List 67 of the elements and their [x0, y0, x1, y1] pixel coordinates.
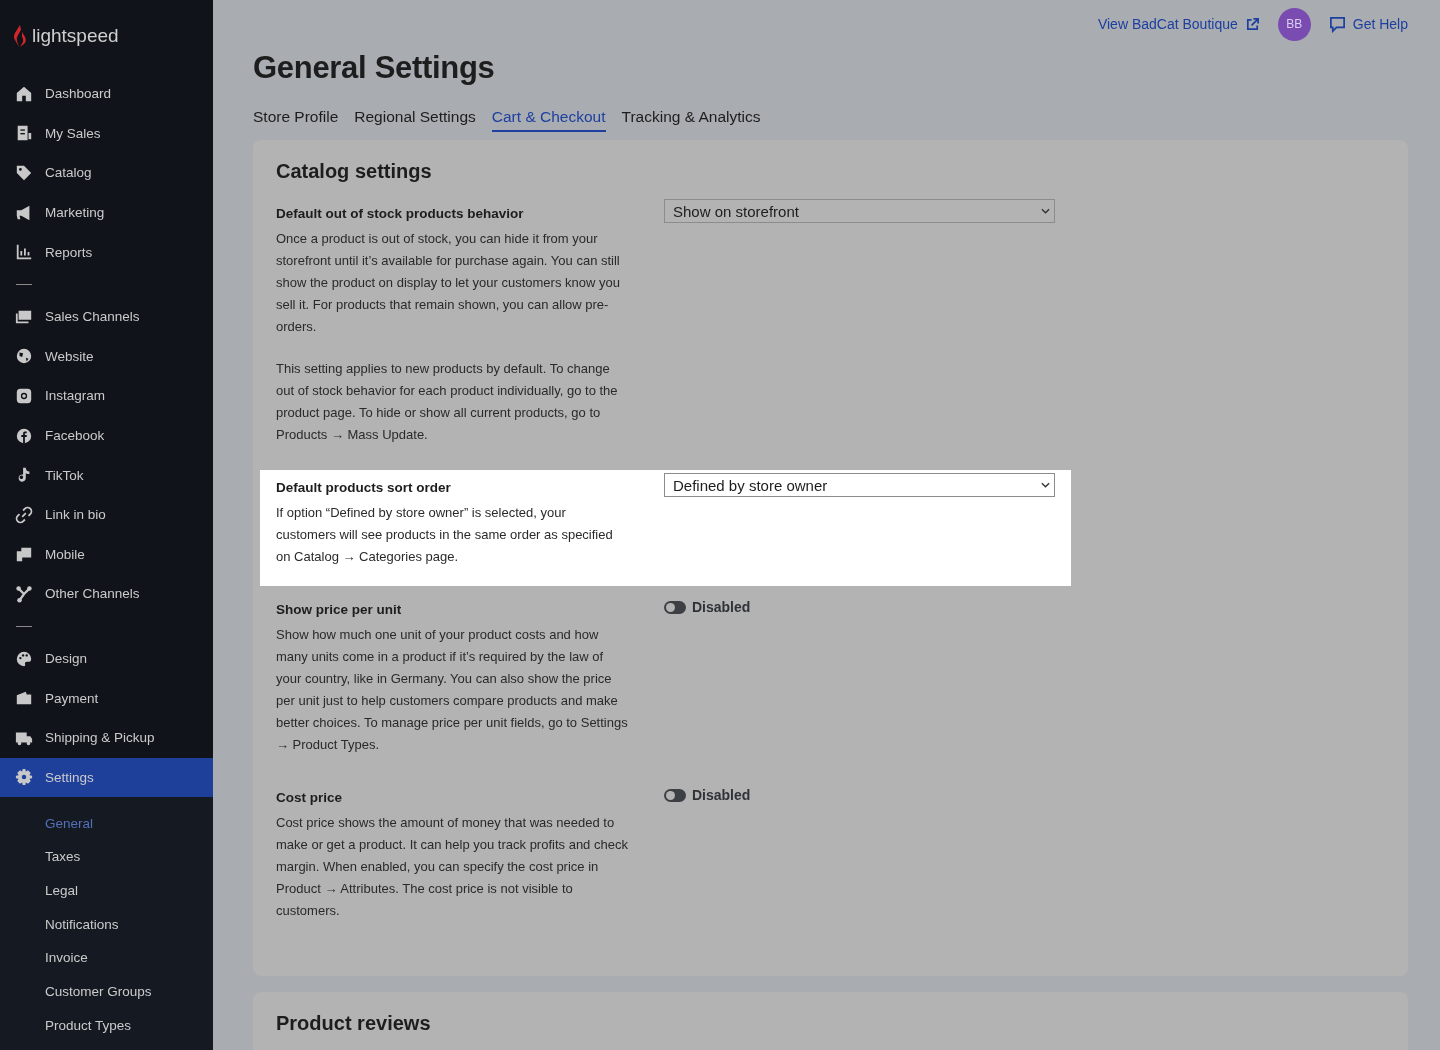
toggle-switch[interactable] — [664, 600, 686, 614]
chevron-down-icon — [1041, 208, 1050, 214]
nav-item[interactable]: Link in bio — [0, 494, 213, 535]
nav-item[interactable]: TikTok — [0, 455, 213, 495]
submenu-item[interactable]: Taxes — [0, 846, 213, 880]
receipt-icon — [15, 124, 33, 143]
nav-item[interactable]: Catalog — [0, 153, 213, 193]
setting-description: If option “Defined by store owner” is selected, your customers will see products in the same order as specified on Catalog → Categories page. — [276, 504, 614, 566]
setting-label: Default products sort order — [276, 480, 452, 495]
tab[interactable]: Store Profile — [253, 108, 339, 132]
dropdown[interactable]: Defined by store owner — [664, 473, 1055, 497]
setting-description: Once a product is out of stock, you can hide it from your storefront until it’s available for purchase again. You can still show the product on display to let your customers know you sell it. For products that remain shown, you can allow pre-orders. — [276, 230, 621, 336]
nav-item[interactable]: Payment — [0, 678, 213, 718]
chat-bubble-icon — [1328, 15, 1346, 33]
submenu-item[interactable]: General — [0, 812, 213, 847]
setting-label: Default out of stock products behavior — [276, 206, 525, 221]
submenu-item[interactable]: Customer Groups — [0, 980, 213, 1015]
dropdown[interactable]: Show on storefront — [664, 199, 1055, 223]
nav-item[interactable]: Website — [0, 336, 213, 377]
card-title: Product reviews — [276, 1012, 432, 1035]
submenu-item[interactable]: Legal — [0, 879, 213, 914]
nav-item[interactable]: Design — [0, 638, 213, 679]
house-icon — [15, 84, 33, 103]
tab[interactable]: Regional Settings — [354, 108, 476, 132]
flame-logo-icon — [12, 24, 28, 48]
nav-item[interactable]: Mobile — [0, 534, 213, 575]
nav-item[interactable]: Sales Channels — [0, 296, 213, 337]
nav-item[interactable]: Instagram — [0, 376, 213, 416]
help-link[interactable]: Get Help — [1328, 15, 1408, 33]
palette-icon — [15, 649, 33, 668]
tab[interactable]: Tracking & Analytics — [621, 108, 761, 132]
camera-icon — [15, 386, 33, 405]
card-title: Catalog settings — [276, 160, 433, 183]
setting-description: This setting applies to new products by default. To change out of stock behavior for each product individually, go to the product page. To hide or show all current products, go to Products → Mass Update. — [276, 360, 619, 444]
toggle-switch[interactable] — [664, 788, 686, 802]
nav-item[interactable]: My Sales — [0, 113, 213, 154]
toggle-label: Disabled — [692, 787, 751, 803]
branch-icon — [15, 584, 33, 603]
submenu-item[interactable]: Product Types — [0, 1014, 213, 1049]
bar-chart-icon — [15, 243, 33, 262]
brand-logo: lightspeed — [32, 25, 119, 47]
toggle-label: Disabled — [692, 599, 751, 615]
globe-icon — [15, 347, 33, 366]
submenu-item[interactable]: Notifications — [0, 913, 213, 948]
link-icon — [15, 505, 33, 524]
tag-icon — [15, 164, 33, 182]
setting-label: Show price per unit — [276, 602, 403, 617]
user-avatar[interactable]: BB — [1277, 7, 1311, 41]
submenu-item[interactable]: Invoice — [0, 947, 213, 981]
external-link-icon — [1244, 16, 1260, 32]
nav-item[interactable]: Dashboard — [0, 74, 213, 114]
tab[interactable]: Cart & Checkout — [491, 108, 606, 132]
page-title: General Settings — [253, 50, 496, 86]
devices-icon — [15, 545, 33, 564]
settings-icon — [15, 768, 33, 786]
chevron-down-icon — [1041, 482, 1050, 488]
nav-item[interactable]: Shipping & Pickup — [0, 717, 213, 758]
setting-description: Cost price shows the amount of money that was needed to make or get a product. It can help you track profits and check margin. When enabled, you can specify the cost price in Product → Attributes. The cost price is not visible to customers. — [276, 814, 628, 920]
setting-label: Cost price — [276, 790, 344, 805]
nav-item[interactable]: Facebook — [0, 415, 213, 456]
nav-item[interactable]: Reports — [0, 232, 213, 272]
facebook-icon — [15, 426, 33, 445]
setting-description: Show how much one unit of your product costs and how many units come in a product if it’s required by the law of your country, like in Germany. You can also show the price per unit just to help customers compare products and make better choices. To manage price per unit fields, go to Settings → Product Types. — [276, 626, 628, 754]
store-link[interactable]: View BadCat Boutique — [1097, 16, 1260, 32]
nav-item[interactable]: Marketing — [0, 192, 213, 233]
nav-item[interactable]: Settings — [0, 757, 213, 797]
nav-item[interactable]: Other Channels — [0, 574, 213, 614]
